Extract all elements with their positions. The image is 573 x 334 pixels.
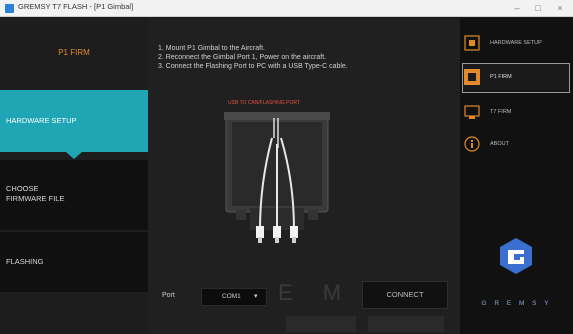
minimize-button[interactable]: – — [506, 0, 528, 17]
back-button[interactable] — [286, 316, 356, 332]
step-flashing[interactable]: FLASHING — [0, 232, 148, 292]
panel-title: P1 FIRM — [58, 48, 90, 57]
main-panel: 1. Mount P1 Gimbal to the Aircraft. 2. R… — [148, 18, 460, 334]
nav-item-hardware-setup[interactable]: HARDWARE SETUP — [460, 29, 573, 59]
close-button[interactable]: × — [549, 0, 571, 17]
nav-item-t7-firm[interactable]: T7 FIRM — [460, 98, 573, 128]
firmware-icon — [464, 69, 480, 85]
step-label-line2: FIRMWARE FILE — [6, 194, 65, 203]
gimbal-device-image — [224, 112, 330, 243]
instruction-line: 3. Connect the Flashing Port to PC with … — [158, 63, 348, 70]
nav-item-p1-firm[interactable]: P1 FIRM — [460, 63, 573, 93]
gremsy-logo-icon — [500, 238, 532, 274]
step-choose-firmware[interactable]: CHOOSE FIRMWARE FILE — [0, 160, 148, 230]
nav-label: T7 FIRM — [490, 109, 512, 115]
title-bar: GREMSY T7 FLASH - [P1 Gimbal] – □ × — [0, 0, 573, 17]
nav-item-about[interactable]: ABOUT — [460, 130, 573, 160]
instructions: 1. Mount P1 Gimbal to the Aircraft. 2. R… — [158, 44, 348, 71]
connect-button[interactable]: CONNECT — [362, 281, 448, 309]
device-port-label: USB TO CAN/FLASHING PORT — [228, 100, 300, 106]
steps-panel: P1 FIRM HARDWARE SETUP CHOOSE FIRMWARE F… — [0, 18, 148, 334]
nav-label: ABOUT — [490, 141, 509, 147]
device-icon — [464, 105, 480, 119]
window-title: GREMSY T7 FLASH - [P1 Gimbal] — [18, 2, 134, 11]
info-icon — [464, 136, 480, 152]
port-label: Port — [162, 292, 175, 299]
instruction-line: 2. Reconnect the Gimbal Port 1, Power on… — [158, 54, 327, 61]
chip-icon — [464, 35, 480, 51]
nav-sidebar: HARDWARE SETUP P1 FIRM T7 FIRM ABOUT G R… — [460, 18, 573, 334]
step-hardware-setup[interactable]: HARDWARE SETUP — [0, 90, 148, 159]
maximize-button[interactable]: □ — [527, 0, 549, 17]
instruction-line: 1. Mount P1 Gimbal to the Aircraft. — [158, 45, 265, 52]
nav-label: HARDWARE SETUP — [490, 40, 542, 46]
step-label-line1: CHOOSE — [6, 184, 39, 193]
brand-name: G R E M S Y — [481, 300, 552, 307]
nav-label: P1 FIRM — [490, 74, 512, 80]
chevron-down-icon: ▾ — [254, 293, 258, 300]
port-select[interactable]: COM1 ▾ — [201, 288, 267, 306]
app-icon — [5, 4, 14, 13]
next-button[interactable] — [368, 316, 444, 332]
port-value: COM1 — [222, 293, 241, 300]
